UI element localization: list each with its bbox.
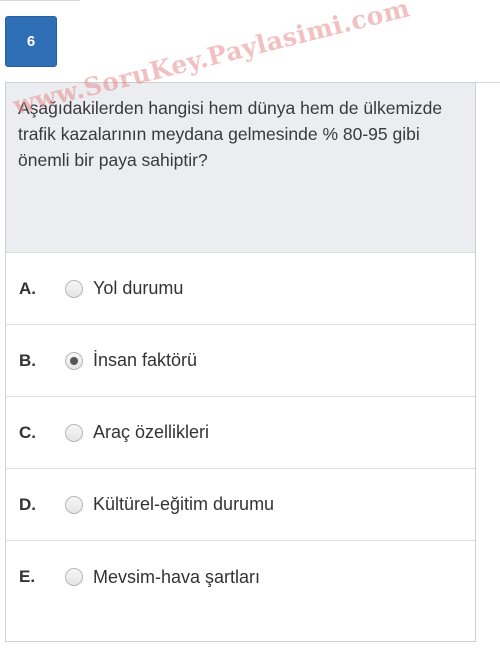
question-number-badge[interactable]: 6 <box>5 16 57 67</box>
option-label: Mevsim-hava şartları <box>93 566 261 587</box>
radio-button-e[interactable] <box>65 568 83 586</box>
radio-button-a[interactable] <box>65 279 83 298</box>
option-letter: B. <box>19 350 36 370</box>
option-c[interactable]: C. Araç özellikleri <box>6 397 475 469</box>
question-card: Aşağıdakilerden hangisi hem dünya hem de… <box>5 82 476 642</box>
radio-button-d[interactable] <box>65 495 83 514</box>
option-label: Araç özellikleri <box>93 422 210 442</box>
question-text: Aşağıdakilerden hangisi hem dünya hem de… <box>6 83 475 253</box>
option-a[interactable]: A. Yol durumu <box>6 253 475 325</box>
option-letter: A. <box>19 278 36 298</box>
option-b[interactable]: B. İnsan faktörü <box>6 325 475 397</box>
option-letter: D. <box>19 494 36 514</box>
option-d[interactable]: D. Kültürel-eğitim durumu <box>6 469 475 541</box>
option-e[interactable]: E. Mevsim-hava şartları <box>6 541 475 613</box>
option-letter: C. <box>19 422 36 442</box>
top-divider <box>0 0 80 1</box>
option-label: Kültürel-eğitim durumu <box>93 494 275 514</box>
radio-button-c[interactable] <box>65 423 83 442</box>
option-label: Yol durumu <box>93 278 184 298</box>
option-letter: E. <box>19 567 36 586</box>
option-label: İnsan faktörü <box>93 350 198 370</box>
divider-line <box>476 82 500 83</box>
radio-button-b[interactable] <box>65 351 83 370</box>
